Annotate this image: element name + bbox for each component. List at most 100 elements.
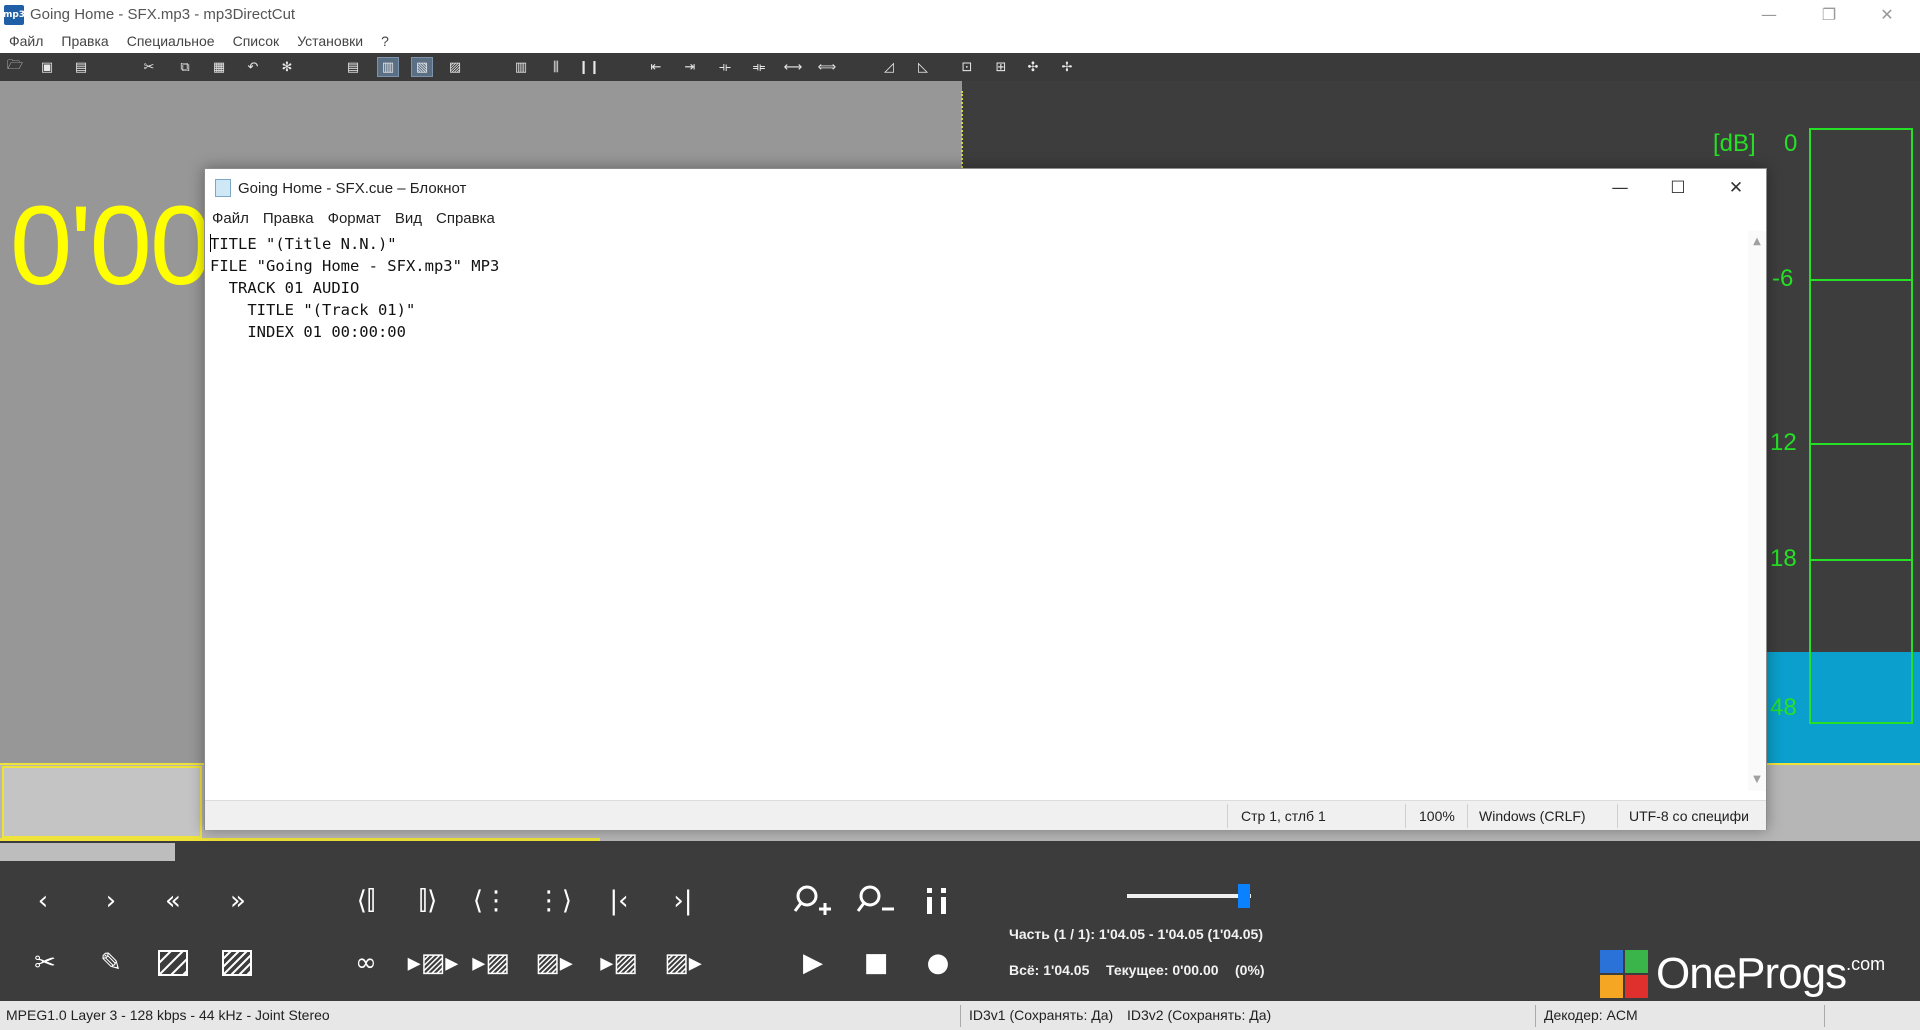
vu-label: 12	[1770, 429, 1797, 456]
volume-slider-thumb[interactable]	[1237, 884, 1250, 908]
status-separator	[1617, 804, 1618, 828]
fast-back-icon[interactable]: «	[150, 880, 196, 922]
menu-settings[interactable]: Установки	[297, 33, 363, 49]
menu-file[interactable]: Файл	[9, 33, 43, 49]
total-time: Всё: 1'04.05	[1009, 962, 1090, 978]
status-decoder: Декодер: ACM	[1544, 1007, 1638, 1023]
status-id3v1: ID3v1 (Сохранять: Да)	[969, 1007, 1114, 1023]
notepad-close-button[interactable]: ✕	[1707, 169, 1765, 207]
restore-button[interactable]: ❐	[1800, 0, 1858, 29]
fast-forward-icon[interactable]: »	[215, 880, 261, 922]
notepad-menu-bar: Файл Правка Формат Вид Справка	[205, 207, 1766, 229]
go-end-icon[interactable]: ›|	[660, 880, 706, 922]
windows-logo-icon	[1600, 950, 1648, 998]
scroll-down-icon[interactable]: ▼	[1748, 771, 1766, 787]
logo-text: OneProgs	[1656, 949, 1847, 998]
segment-info: Часть (1 / 1): 1'04.05 - 1'04.05 (1'04.0…	[1009, 926, 1263, 942]
play-icon[interactable]: ▶	[790, 942, 836, 984]
marker-both-icon[interactable]: ⟷	[782, 57, 804, 77]
play-end-icon[interactable]: ▸▨	[596, 942, 642, 984]
notepad-maximize-button[interactable]: ☐	[1649, 169, 1707, 207]
bars-icon[interactable]: ⫼	[545, 57, 567, 77]
marker-left-icon[interactable]: ⟛	[714, 57, 736, 77]
doc-icon[interactable]: ▤	[342, 57, 364, 77]
scrollbar-thumb[interactable]	[0, 843, 175, 861]
playback-cursor	[961, 91, 963, 171]
hatched-select-alt-icon[interactable]	[214, 942, 260, 984]
step-forward-icon[interactable]: ›	[88, 880, 134, 922]
notepad-menu-file[interactable]: Файл	[212, 210, 249, 227]
doc-edit-icon[interactable]: ▧	[411, 57, 433, 77]
notepad-menu-edit[interactable]: Правка	[263, 210, 314, 227]
loop-icon[interactable]: ∞	[343, 942, 389, 984]
save-selection-icon[interactable]: ▤	[70, 57, 92, 77]
horizontal-scrollbar[interactable]	[0, 841, 1920, 863]
save-icon[interactable]: ▣	[36, 57, 58, 77]
settings-icon[interactable]: ✻	[276, 57, 298, 77]
notepad-minimize-button[interactable]: —	[1591, 169, 1649, 207]
select-start-right-icon[interactable]: ⫿⟩	[405, 880, 451, 922]
doc-active-icon[interactable]: ▥	[377, 57, 399, 77]
normalize-icon[interactable]: ⊡	[956, 57, 978, 77]
zoom-in-icon[interactable]	[790, 880, 836, 922]
go-start-icon[interactable]: |‹	[596, 880, 642, 922]
select-start-left-icon[interactable]: ⟨⫿	[343, 880, 389, 922]
select-end-left-icon[interactable]: ⟨⋮	[468, 880, 514, 922]
play-selection-icon[interactable]: ▸▨▸	[405, 942, 461, 984]
scroll-up-icon[interactable]: ▲	[1748, 233, 1766, 249]
oneprogs-logo: OneProgs .com	[1600, 948, 1885, 1000]
volume-slider-track[interactable]	[1127, 894, 1251, 898]
notepad-menu-help[interactable]: Справка	[436, 210, 495, 227]
select-end-right-icon[interactable]: ⋮⟩	[531, 880, 577, 922]
notepad-menu-view[interactable]: Вид	[395, 210, 422, 227]
status-id3v2: ID3v2 (Сохранять: Да)	[1127, 1007, 1272, 1023]
pause-bars-icon[interactable]: ❙❙	[578, 57, 600, 77]
status-separator	[1535, 1005, 1536, 1027]
notepad-vertical-scrollbar[interactable]: ▲ ▼	[1748, 231, 1766, 791]
copy-icon[interactable]: ⧉	[174, 57, 196, 77]
vu-meter	[1809, 128, 1913, 724]
undo-icon[interactable]: ↶	[242, 57, 264, 77]
zoom-out-icon[interactable]	[853, 880, 899, 922]
toolbar: 🗁 ▣ ▤ ✂ ⧉ ▦ ↶ ✻ ▤ ▥ ▧ ▨ ▥ ⫼ ❙❙ ⇤ ⇥ ⟛ ⟚ ⟷…	[0, 53, 1920, 81]
record-icon[interactable]: ●	[915, 942, 961, 984]
vu-label: -6	[1772, 265, 1794, 292]
hatched-select-icon[interactable]	[150, 942, 196, 984]
play-from-selection-icon[interactable]: ▨▸	[531, 942, 577, 984]
menu-list[interactable]: Список	[233, 33, 280, 49]
fade-out-icon[interactable]: ◺	[912, 57, 934, 77]
doc-info-icon[interactable]: ▨	[444, 57, 466, 77]
marker-right-icon[interactable]: ⟚	[748, 57, 770, 77]
scissors-icon[interactable]: ✂	[22, 942, 68, 984]
close-button[interactable]: ✕	[1858, 0, 1916, 29]
barcode-icon[interactable]: ▥	[510, 57, 532, 77]
play-to-selection-icon[interactable]: ▸▨	[468, 942, 514, 984]
notepad-window: Going Home - SFX.cue – Блокнот — ☐ ✕ Фай…	[204, 168, 1767, 830]
pencil-icon[interactable]: ✎	[88, 942, 134, 984]
notepad-text-area[interactable]: TITLE "(Title N.N.)" FILE "Going Home - …	[205, 231, 1748, 791]
minimize-button[interactable]: —	[1740, 0, 1798, 29]
menu-special[interactable]: Специальное	[127, 33, 215, 49]
time-display: 0'00	[10, 183, 212, 308]
marker-both-alt-icon[interactable]: ⟺	[816, 57, 838, 77]
app-titlebar: mp3 Going Home - SFX.mp3 - mp3DirectCut …	[0, 0, 1920, 29]
overview-selection[interactable]	[2, 766, 202, 838]
notepad-status-bar: Стр 1, стлб 1 100% Windows (CRLF) UTF-8 …	[205, 800, 1766, 830]
notepad-icon	[215, 179, 231, 197]
play-after-icon[interactable]: ▨▸	[660, 942, 706, 984]
expand-icon[interactable]: ✣	[1022, 57, 1044, 77]
normalize-alt-icon[interactable]: ⊞	[990, 57, 1012, 77]
open-icon[interactable]: 🗁	[4, 57, 26, 77]
menu-help[interactable]: ?	[381, 33, 389, 49]
cut-icon[interactable]: ✂	[138, 57, 160, 77]
notepad-menu-format[interactable]: Формат	[328, 210, 381, 227]
fade-in-icon[interactable]: ◿	[878, 57, 900, 77]
stop-icon[interactable]: ■	[853, 942, 899, 984]
split-left-icon[interactable]: ⇤	[645, 57, 667, 77]
split-icon[interactable]: ⇥	[679, 57, 701, 77]
menu-edit[interactable]: Правка	[61, 33, 108, 49]
expand-alt-icon[interactable]: ✢	[1056, 57, 1078, 77]
level-bars-icon[interactable]	[915, 880, 961, 922]
paste-icon[interactable]: ▦	[208, 57, 230, 77]
step-back-icon[interactable]: ‹	[20, 880, 66, 922]
